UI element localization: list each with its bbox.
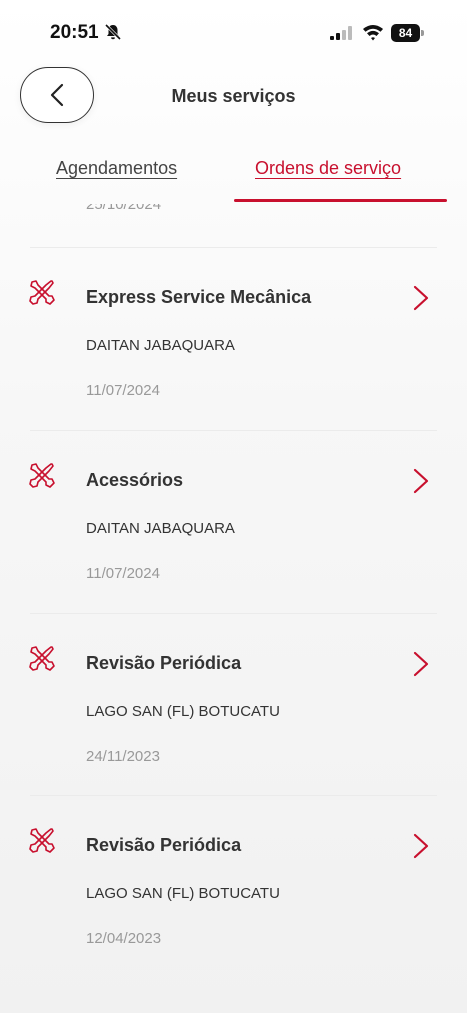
order-location: LAGO SAN (FL) BOTUCATU xyxy=(86,703,280,720)
chevron-right-icon xyxy=(413,833,429,859)
order-location: DAITAN JABAQUARA xyxy=(86,337,235,354)
order-date: 11/07/2024 xyxy=(86,382,160,399)
order-location: LAGO SAN (FL) BOTUCATU xyxy=(86,885,280,902)
chevron-right-icon xyxy=(413,651,429,677)
status-bar: 20:51 84 xyxy=(0,0,467,62)
order-title: Acessórios xyxy=(86,470,184,490)
partial-item-date: 25/10/2024 xyxy=(86,204,162,213)
header: Meus serviços xyxy=(0,62,467,132)
service-order-item[interactable]: Revisão Periódica LAGO SAN (FL) BOTUCATU… xyxy=(0,796,467,978)
service-order-item[interactable]: Revisão Periódica LAGO SAN (FL) BOTUCATU… xyxy=(0,614,467,796)
tools-icon xyxy=(29,280,55,305)
service-order-item[interactable]: Express Service Mecânica DAITAN JABAQUAR… xyxy=(0,248,467,430)
bell-slash-icon xyxy=(104,23,122,41)
order-date: 11/07/2024 xyxy=(86,565,160,582)
tools-icon xyxy=(29,463,55,488)
order-title: Revisão Periódica xyxy=(86,835,242,855)
chevron-right-icon xyxy=(413,468,429,494)
service-orders-list[interactable]: 25/10/2024 Express Service Mecânica DAIT… xyxy=(0,204,467,1013)
chevron-right-icon xyxy=(413,285,429,311)
tab-bar: Agendamentos Ordens de serviço xyxy=(0,148,467,204)
order-title: Revisão Periódica xyxy=(86,653,242,673)
tab-ordens-de-servico[interactable]: Ordens de serviço xyxy=(255,158,401,179)
status-time: 20:51 xyxy=(50,22,99,43)
tools-icon xyxy=(29,828,55,853)
order-location: DAITAN JABAQUARA xyxy=(86,520,235,537)
service-order-item[interactable]: Acessórios DAITAN JABAQUARA 11/07/2024 xyxy=(0,431,467,613)
tools-icon xyxy=(29,646,55,671)
active-tab-indicator xyxy=(234,199,447,202)
battery-level: 84 xyxy=(391,24,420,42)
battery-icon: 84 xyxy=(391,24,425,42)
order-date: 12/04/2023 xyxy=(86,930,162,947)
page-title: Meus serviços xyxy=(171,86,296,106)
signal-icon xyxy=(330,26,352,40)
order-date: 24/11/2023 xyxy=(86,748,160,765)
order-title: Express Service Mecânica xyxy=(86,287,312,307)
wifi-icon xyxy=(363,25,383,41)
tab-agendamentos[interactable]: Agendamentos xyxy=(56,158,177,179)
